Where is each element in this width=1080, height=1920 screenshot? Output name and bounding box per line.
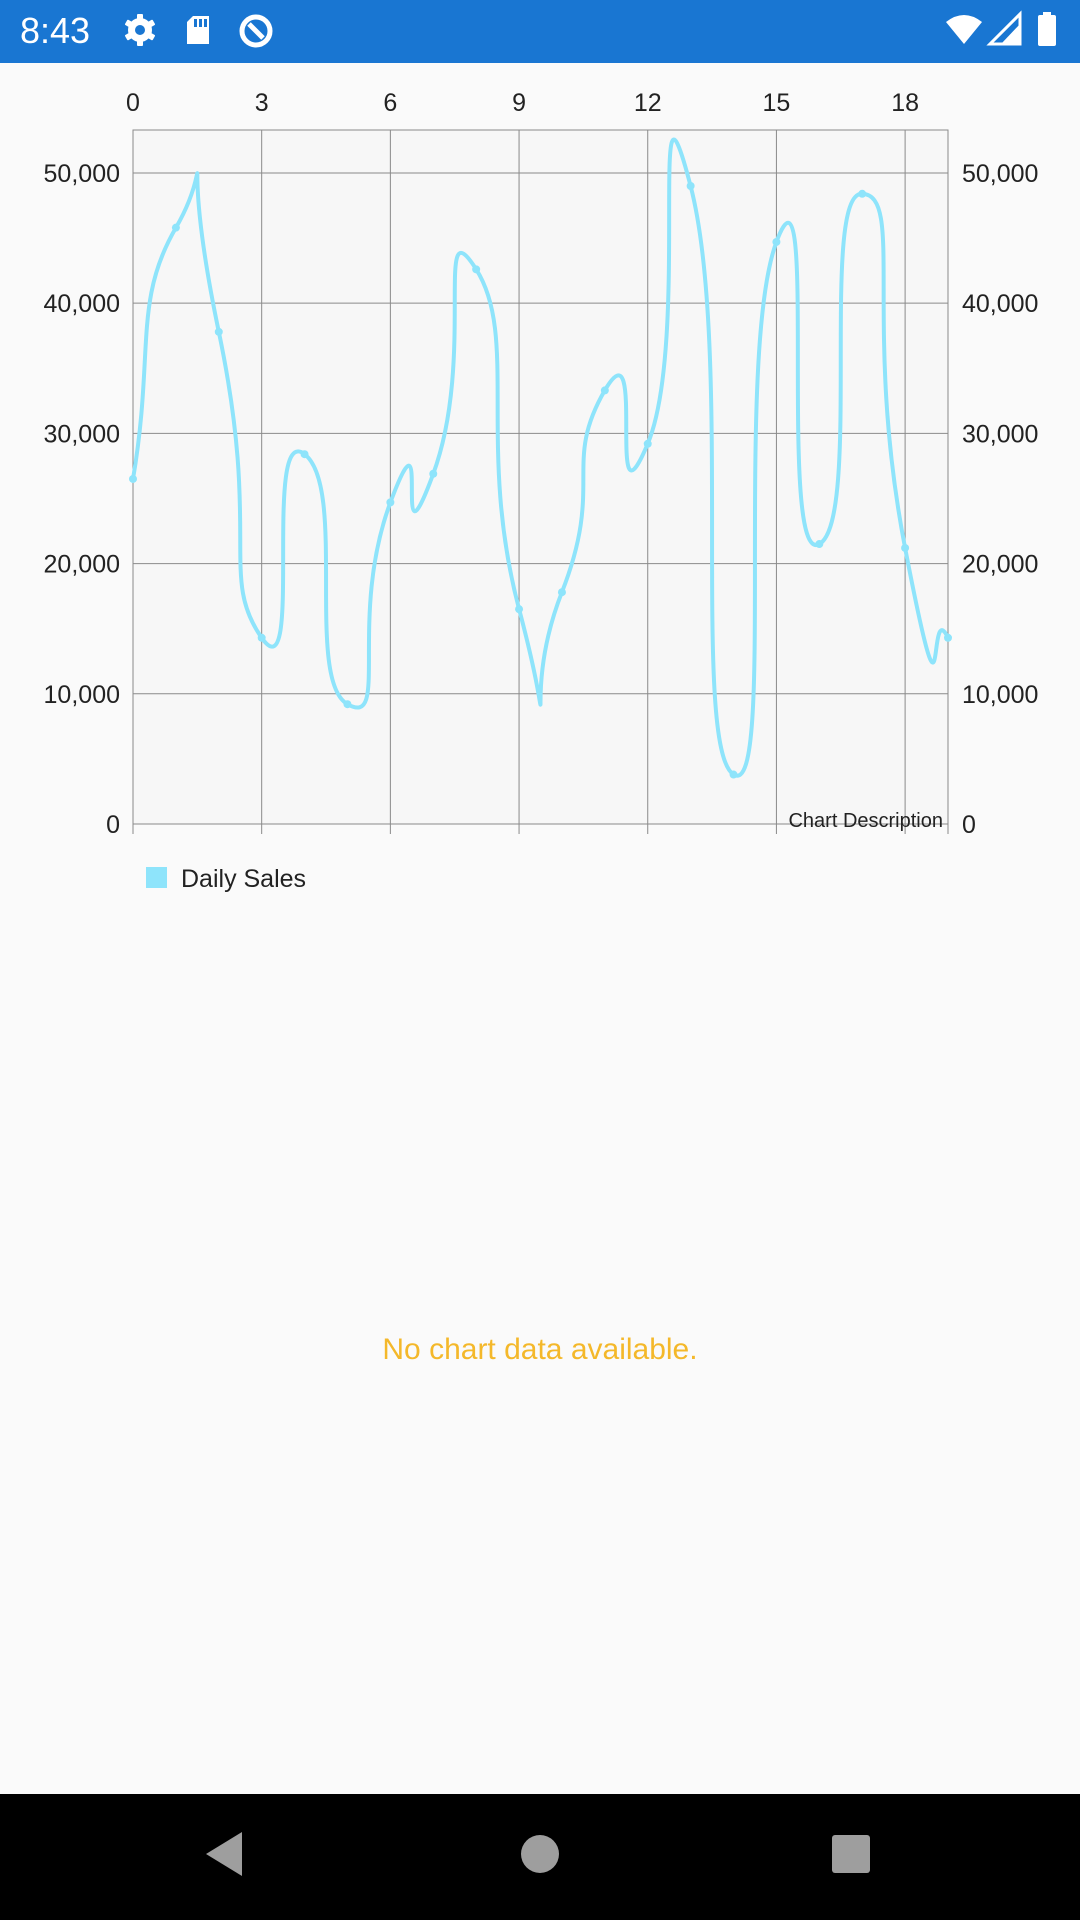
data-point bbox=[257, 633, 266, 642]
data-point bbox=[600, 386, 609, 395]
wifi-icon bbox=[944, 10, 984, 55]
data-point bbox=[343, 700, 352, 709]
legend-swatch bbox=[146, 867, 167, 888]
battery-icon bbox=[1036, 10, 1060, 55]
home-icon[interactable] bbox=[516, 1824, 564, 1889]
y-tick-label-right: 50,000 bbox=[962, 160, 1038, 188]
data-point bbox=[686, 181, 695, 190]
chart-description: Chart Description bbox=[788, 810, 943, 832]
line-chart[interactable]: 0 3 6 9 12 15 18 0 10,000 20,000 30,000 40,000 50,00… bbox=[0, 63, 1080, 923]
status-bar: 8:43 bbox=[0, 0, 1080, 63]
overview-icon[interactable] bbox=[828, 1824, 874, 1889]
data-point bbox=[643, 439, 652, 448]
x-tick-label: 3 bbox=[255, 89, 269, 117]
data-point bbox=[772, 237, 781, 246]
y-tick-label-right: 30,000 bbox=[962, 420, 1038, 448]
data-point bbox=[901, 543, 910, 552]
data-point bbox=[300, 450, 309, 459]
x-tick-label: 0 bbox=[126, 89, 140, 117]
x-tick-label: 6 bbox=[383, 89, 397, 117]
plot-background bbox=[132, 129, 949, 825]
data-point bbox=[429, 469, 438, 478]
settings-gear-icon bbox=[122, 10, 158, 55]
y-tick-label-left: 0 bbox=[106, 811, 120, 839]
data-point bbox=[858, 189, 867, 198]
y-tick-label-left: 40,000 bbox=[44, 290, 120, 318]
x-tick-label: 15 bbox=[763, 89, 791, 117]
y-tick-label-left: 30,000 bbox=[44, 420, 120, 448]
data-point bbox=[815, 540, 824, 549]
status-time: 8:43 bbox=[20, 10, 91, 51]
y-tick-label-left: 50,000 bbox=[44, 160, 120, 188]
back-icon[interactable] bbox=[200, 1824, 250, 1889]
data-point bbox=[944, 633, 952, 642]
y-tick-label-right: 20,000 bbox=[962, 551, 1038, 579]
data-point bbox=[129, 474, 137, 483]
x-tick-label: 12 bbox=[634, 89, 662, 117]
data-point bbox=[729, 770, 738, 779]
x-tick-label: 18 bbox=[891, 89, 919, 117]
data-point bbox=[386, 498, 395, 507]
data-point bbox=[515, 605, 524, 614]
data-point bbox=[214, 327, 223, 336]
data-point bbox=[472, 265, 481, 274]
data-point bbox=[171, 223, 180, 232]
chart-svg: 0 3 6 9 12 15 18 0 10,000 20,000 30,000 40,000 50,00… bbox=[44, 89, 1039, 839]
no-disturb-icon bbox=[236, 10, 276, 55]
no-data-message: No chart data available. bbox=[382, 1333, 698, 1366]
cellular-signal-icon bbox=[986, 10, 1022, 55]
navigation-bar bbox=[0, 1794, 1080, 1920]
y-tick-label-right: 0 bbox=[962, 811, 976, 839]
legend-label: Daily Sales bbox=[181, 865, 307, 893]
x-tick-label: 9 bbox=[512, 89, 526, 117]
y-tick-label-right: 40,000 bbox=[962, 290, 1038, 318]
data-point bbox=[557, 588, 566, 597]
sd-card-icon bbox=[183, 10, 213, 55]
y-tick-label-right: 10,000 bbox=[962, 681, 1038, 709]
y-tick-label-left: 10,000 bbox=[44, 681, 120, 709]
y-tick-label-left: 20,000 bbox=[44, 551, 120, 579]
